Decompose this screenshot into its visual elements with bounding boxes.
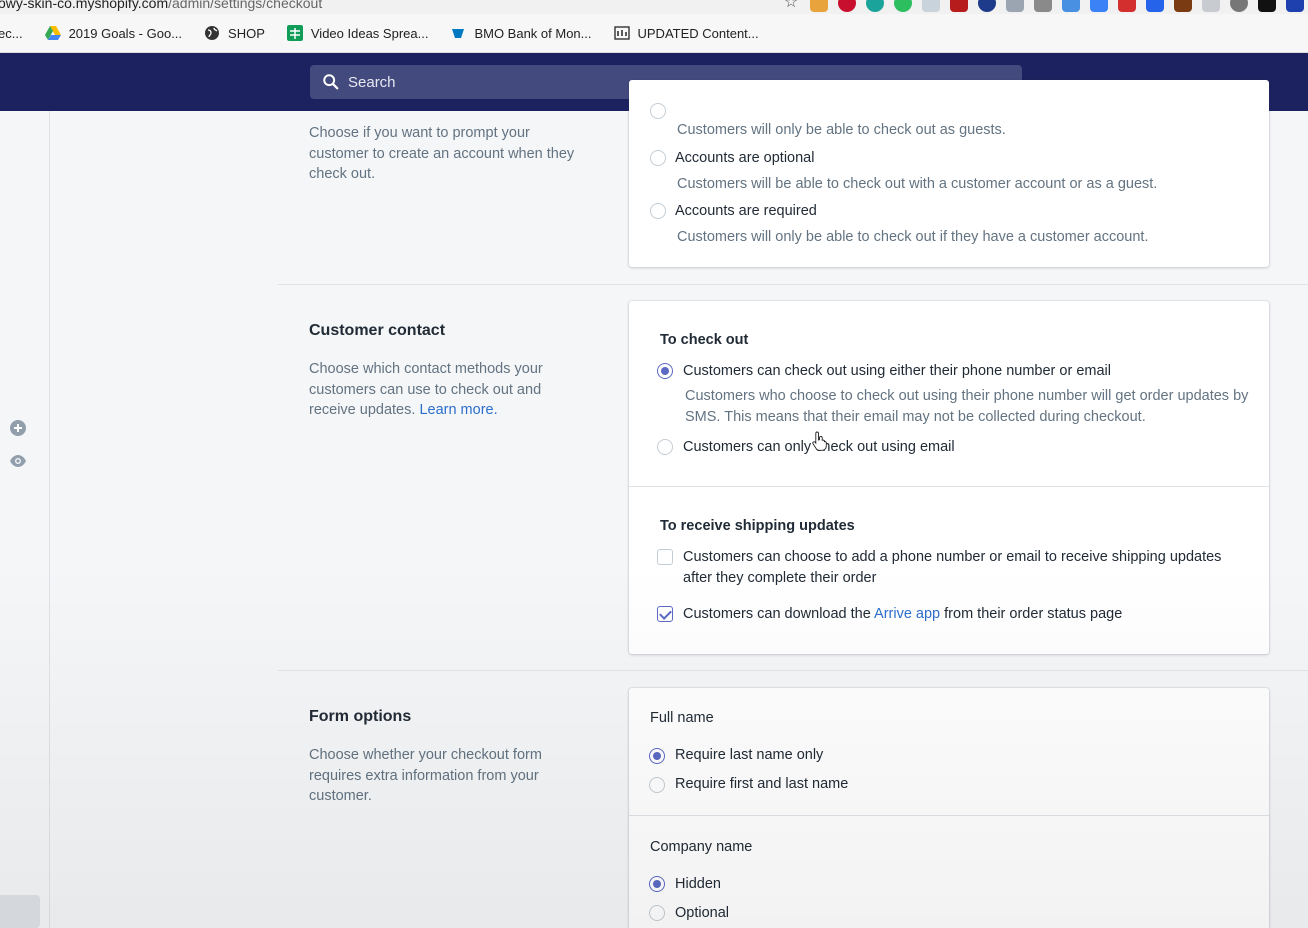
google-sheets-icon [286, 25, 303, 41]
accounts-card: Customers will only be able to check out… [629, 80, 1269, 267]
extension-icon[interactable] [1286, 0, 1304, 12]
extension-icon[interactable] [1146, 0, 1164, 12]
company-optional-radio[interactable] [649, 905, 665, 921]
learn-more-link[interactable]: Learn more. [419, 402, 497, 418]
bookmark-item[interactable]: 2019 Goals - Goo... [44, 25, 182, 41]
accounts-optional-label[interactable]: Accounts are optional [675, 150, 814, 166]
checkout-phone-or-email-label[interactable]: Customers can check out using either the… [683, 363, 1111, 379]
browser-address-bar[interactable]: owy-skin-co.myshopify.com/admin/settings… [0, 0, 1308, 14]
checkout-phone-or-email-help: Customers who choose to check out using … [685, 388, 1249, 425]
accounts-optional-radio[interactable] [650, 150, 666, 166]
browser-extensions: ☆ [782, 0, 1304, 12]
eye-icon[interactable] [9, 452, 27, 470]
checkout-phone-or-email-radio[interactable] [657, 363, 673, 379]
company-hidden-label[interactable]: Hidden [675, 876, 721, 892]
arrive-app-label[interactable]: Customers can download the Arrive app fr… [683, 606, 1122, 622]
full-name-heading: Full name [650, 710, 714, 726]
company-name-heading: Company name [650, 839, 753, 855]
require-last-name-label[interactable]: Require last name only [675, 747, 823, 763]
accounts-required-help: Customers will only be able to check out… [677, 229, 1149, 245]
accounts-optional-help: Customers will be able to check out with… [677, 176, 1158, 192]
globe-icon [205, 26, 220, 40]
arrive-app-link[interactable]: Arrive app [874, 606, 940, 622]
accounts-required-label[interactable]: Accounts are required [675, 203, 817, 219]
bookmark-item[interactable]: UPDATED Content... [613, 25, 759, 41]
form-options-description: Choose whether your checkout form requir… [309, 747, 542, 804]
accounts-disabled-radio[interactable] [650, 103, 666, 119]
bookmark-item[interactable]: SHOP [204, 25, 265, 41]
customer-contact-description: Choose which contact methods your custom… [309, 361, 543, 418]
company-hidden-radio[interactable] [649, 876, 665, 892]
customer-contact-title: Customer contact [309, 322, 446, 339]
add-circle-icon[interactable] [9, 419, 27, 437]
extension-icon[interactable] [950, 0, 968, 12]
card-divider [629, 486, 1269, 487]
accounts-required-radio[interactable] [650, 203, 666, 219]
shipping-updates-heading: To receive shipping updates [660, 518, 855, 534]
rail-tab[interactable] [0, 895, 40, 928]
extension-icon[interactable] [1118, 0, 1136, 12]
extension-icon[interactable] [1006, 0, 1024, 12]
checkout-email-only-radio[interactable] [657, 439, 673, 455]
require-first-last-name-label[interactable]: Require first and last name [675, 776, 848, 792]
shipping-updates-label[interactable]: Customers can choose to add a phone numb… [683, 547, 1253, 588]
extension-icon[interactable] [866, 0, 884, 12]
bookmark-star-icon[interactable]: ☆ [782, 0, 800, 12]
extension-icon[interactable] [1062, 0, 1080, 12]
bookmark-item[interactable]: Video Ideas Sprea... [286, 25, 428, 41]
require-last-name-radio[interactable] [649, 748, 665, 764]
google-drive-icon [44, 26, 61, 40]
section-divider [278, 670, 1308, 671]
card-divider [629, 815, 1269, 816]
bookmark-item[interactable]: ec... [0, 26, 23, 41]
document-icon [613, 26, 630, 40]
arrive-app-checkbox[interactable] [657, 606, 673, 622]
form-options-title: Form options [309, 708, 412, 725]
adblock-icon[interactable] [838, 0, 856, 12]
extension-icon[interactable] [810, 0, 828, 12]
customer-contact-card: To check out Customers can check out usi… [629, 301, 1269, 654]
accounts-disabled-help: Customers will only be able to check out… [677, 122, 1006, 138]
browser-url[interactable]: owy-skin-co.myshopify.com/admin/settings… [0, 0, 322, 11]
play-icon[interactable] [1258, 0, 1276, 12]
bookmark-item[interactable]: BMO Bank of Mon... [450, 25, 592, 41]
hand-cursor-icon [812, 431, 827, 451]
bmo-icon [452, 29, 465, 38]
extension-icon[interactable] [1090, 0, 1108, 12]
extension-icon[interactable] [978, 0, 996, 12]
extension-icon[interactable] [922, 0, 940, 12]
require-first-last-name-radio[interactable] [649, 777, 665, 793]
form-options-card: Full name Require last name only Require… [629, 688, 1269, 928]
bookmarks-bar: ec... 2019 Goals - Goo... SHOP Video Ide… [0, 14, 1308, 53]
shipping-updates-checkbox[interactable] [657, 549, 673, 565]
search-placeholder: Search [348, 73, 396, 91]
extension-icon[interactable] [1230, 0, 1248, 12]
extension-icon[interactable] [1202, 0, 1220, 12]
accounts-description: Choose if you want to prompt your custom… [309, 125, 575, 182]
company-optional-label[interactable]: Optional [675, 905, 729, 921]
extension-icon[interactable] [1034, 0, 1052, 12]
extension-icon[interactable] [1174, 0, 1192, 12]
left-rail [0, 111, 50, 928]
search-icon [323, 74, 339, 90]
section-divider [278, 284, 1308, 285]
to-check-out-heading: To check out [660, 332, 749, 348]
evernote-icon[interactable] [894, 0, 912, 12]
